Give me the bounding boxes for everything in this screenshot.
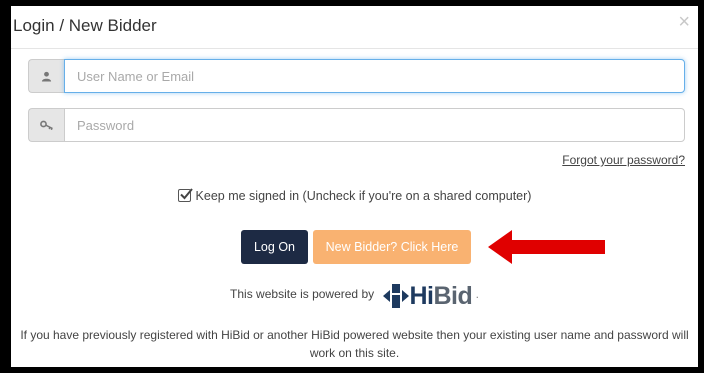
hibid-logo-icon xyxy=(383,284,410,308)
powered-by-row: This website is powered by HiBid . xyxy=(11,282,698,311)
username-group xyxy=(28,59,685,93)
login-modal: Login / New Bidder × Forgot your passwor… xyxy=(11,6,698,367)
checkmark-icon xyxy=(179,188,193,200)
arrow-left-icon xyxy=(488,230,605,264)
registration-note: If you have previously registered with H… xyxy=(20,328,689,360)
log-on-button[interactable]: Log On xyxy=(241,230,308,264)
hibid-logo: HiBid xyxy=(383,282,473,311)
password-input[interactable] xyxy=(64,108,685,142)
hibid-wordmark-hi: Hi xyxy=(409,282,434,310)
modal-title: Login / New Bidder xyxy=(13,16,157,35)
hibid-wordmark-bid: Bid xyxy=(433,282,473,310)
powered-by-period: . xyxy=(475,287,479,301)
keep-signed-in-checkbox[interactable] xyxy=(177,188,193,202)
keep-signed-in-row[interactable]: Keep me signed in (Uncheck if you're on … xyxy=(11,188,698,203)
keep-signed-in-label: Keep me signed in (Uncheck if you're on … xyxy=(195,189,532,203)
key-icon xyxy=(28,108,64,142)
powered-by-text: This website is powered by xyxy=(230,287,375,301)
modal-header: Login / New Bidder × xyxy=(11,6,698,49)
forgot-password-link[interactable]: Forgot your password? xyxy=(562,153,685,167)
user-icon xyxy=(28,59,64,93)
new-bidder-button[interactable]: New Bidder? Click Here xyxy=(313,230,471,264)
close-button[interactable]: × xyxy=(678,12,690,32)
hibid-wordmark: HiBid xyxy=(409,282,472,310)
username-input[interactable] xyxy=(64,59,685,93)
password-group xyxy=(28,108,685,142)
